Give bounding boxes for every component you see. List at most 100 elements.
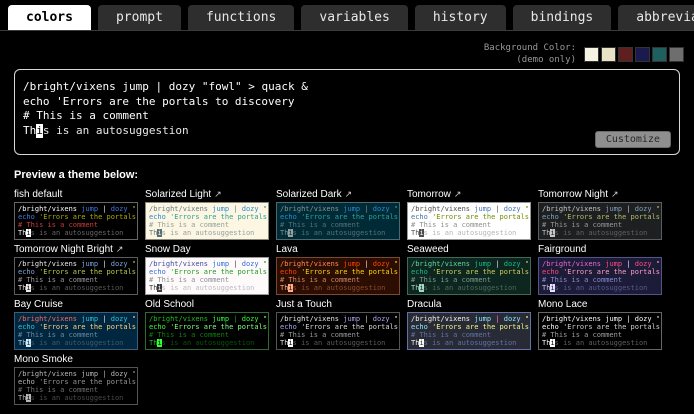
background-swatch[interactable] — [618, 47, 633, 62]
code-line: # This is a comment — [542, 331, 658, 339]
code-line: # This is a comment — [149, 221, 265, 229]
theme-name[interactable]: Lava — [276, 244, 400, 255]
theme-card[interactable]: Lava/bright/vixens jump | dozy "echo 'Er… — [276, 244, 400, 295]
theme-name[interactable]: Mono Lace — [538, 299, 662, 310]
theme-name[interactable]: Fairground — [538, 244, 662, 255]
theme-card[interactable]: Bay Cruise/bright/vixens jump | dozy "ec… — [14, 299, 138, 350]
theme-card[interactable]: Just a Touch/bright/vixens jump | dozy "… — [276, 299, 400, 350]
theme-terminal-preview[interactable]: /bright/vixens jump | dozy "echo 'Errors… — [538, 202, 662, 240]
external-link-icon[interactable]: ↗ — [345, 189, 353, 199]
theme-terminal-preview[interactable]: /bright/vixens jump | dozy "echo 'Errors… — [407, 312, 531, 350]
theme-name[interactable]: Tomorrow Night↗ — [538, 189, 662, 200]
tab-prompt[interactable]: prompt — [98, 5, 181, 30]
theme-card[interactable]: Mono Lace/bright/vixens jump | dozy "ech… — [538, 299, 662, 350]
background-swatch[interactable] — [669, 47, 684, 62]
code-comment: # This is a comment — [18, 386, 98, 394]
tab-colors[interactable]: colors — [8, 5, 91, 30]
theme-terminal-preview[interactable]: /bright/vixens jump | dozy "echo 'Errors… — [145, 202, 269, 240]
code-path: /bright/vixens — [18, 370, 77, 378]
code-line: /bright/vixens jump | dozy " — [411, 205, 527, 213]
theme-name[interactable]: Solarized Light↗ — [145, 189, 269, 200]
theme-card[interactable]: Seaweed/bright/vixens jump | dozy "echo … — [407, 244, 531, 295]
theme-name[interactable]: Mono Smoke — [14, 354, 138, 365]
theme-terminal-preview[interactable]: /bright/vixens jump | dozy "echo 'Errors… — [538, 312, 662, 350]
theme-name[interactable]: Snow Day — [145, 244, 269, 255]
code-autosuggestion: s is an autosuggestion — [424, 339, 517, 347]
background-swatch[interactable] — [652, 47, 667, 62]
theme-terminal-preview[interactable]: /bright/vixens jump | dozy "echo 'Errors… — [145, 257, 269, 295]
theme-card[interactable]: Solarized Dark↗ /bright/vixens jump | doz… — [276, 189, 400, 240]
code-command: echo — [542, 268, 559, 276]
theme-terminal-preview[interactable]: /bright/vixens jump | dozy "echo 'Errors… — [14, 202, 138, 240]
theme-card[interactable]: Old School/bright/vixens jump | dozy "ec… — [145, 299, 269, 350]
theme-card[interactable]: Dracula/bright/vixens jump | dozy "echo … — [407, 299, 531, 350]
code-autosuggestion: s is an autosuggestion — [424, 284, 517, 292]
tab-bindings[interactable]: bindings — [513, 5, 612, 30]
code-line: /bright/vixens jump | dozy " — [149, 205, 265, 213]
theme-card[interactable]: Tomorrow Night↗ /bright/vixens jump | doz… — [538, 189, 662, 240]
code-autosuggestion: s is an autosuggestion — [31, 339, 124, 347]
autosuggestion-line: This is an autosuggestion — [149, 339, 265, 347]
code-command: jump — [474, 205, 491, 213]
external-link-icon[interactable]: ↗ — [454, 189, 462, 199]
autosuggestion-line: This is an autosuggestion — [280, 284, 396, 292]
tab-functions[interactable]: functions — [188, 5, 294, 30]
theme-card[interactable]: Solarized Light↗ /bright/vixens jump | do… — [145, 189, 269, 240]
background-swatch[interactable] — [584, 47, 599, 62]
code-quote: "fowl" — [202, 80, 242, 93]
theme-terminal-preview[interactable]: /bright/vixens jump | dozy "echo 'Errors… — [407, 257, 531, 295]
theme-terminal-preview[interactable]: /bright/vixens jump | dozy "echo 'Errors… — [14, 257, 138, 295]
theme-terminal-preview[interactable]: /bright/vixens jump | dozy "echo 'Errors… — [14, 312, 138, 350]
background-swatch[interactable] — [635, 47, 650, 62]
theme-name-label: Mono Lace — [538, 299, 587, 310]
theme-name[interactable]: Dracula — [407, 299, 531, 310]
background-swatch[interactable] — [601, 47, 616, 62]
theme-terminal-preview[interactable]: /bright/vixens jump | dozy "echo 'Errors… — [276, 257, 400, 295]
external-link-icon[interactable]: ↗ — [116, 244, 124, 254]
customize-button[interactable]: Customize — [595, 131, 671, 148]
tab-variables[interactable]: variables — [301, 5, 407, 30]
theme-name[interactable]: Seaweed — [407, 244, 531, 255]
preview-heading: Preview a theme below: — [14, 169, 694, 181]
theme-terminal-preview[interactable]: /bright/vixens jump | dozy "echo 'Errors… — [145, 312, 269, 350]
theme-name-label: Lava — [276, 244, 298, 255]
tab-bar: colors prompt functions variables history bin… — [0, 0, 694, 31]
theme-name[interactable]: Tomorrow Night Bright↗ — [14, 244, 138, 255]
theme-card[interactable]: Mono Smoke/bright/vixens jump | dozy "ec… — [14, 354, 138, 405]
external-link-icon[interactable]: ↗ — [611, 189, 619, 199]
theme-card[interactable]: Tomorrow Night Bright↗ /bright/vixens jum… — [14, 244, 138, 295]
code-command: dozy — [504, 260, 521, 268]
theme-name[interactable]: Old School — [145, 299, 269, 310]
code-line: # This is a comment — [280, 331, 396, 339]
theme-name[interactable]: Tomorrow↗ — [407, 189, 531, 200]
theme-card[interactable]: Snow Day/bright/vixens jump | dozy "echo… — [145, 244, 269, 295]
tab-abbreviations[interactable]: abbreviations — [618, 5, 694, 30]
background-color-label: Background Color: — [484, 43, 576, 55]
code-typed: Th — [280, 339, 288, 347]
theme-terminal-preview[interactable]: /bright/vixens jump | dozy "echo 'Errors… — [407, 202, 531, 240]
theme-name[interactable]: fish default — [14, 189, 138, 200]
code-line: /bright/vixens jump | dozy " — [18, 260, 134, 268]
code-command: jump — [343, 315, 360, 323]
theme-name[interactable]: Bay Cruise — [14, 299, 138, 310]
theme-name[interactable]: Solarized Dark↗ — [276, 189, 400, 200]
theme-card[interactable]: fish default/bright/vixens jump | dozy "… — [14, 189, 138, 240]
theme-terminal-preview[interactable]: /bright/vixens jump | dozy "echo 'Errors… — [538, 257, 662, 295]
theme-terminal-preview[interactable]: /bright/vixens jump | dozy "echo 'Errors… — [14, 367, 138, 405]
theme-terminal-preview[interactable]: /bright/vixens jump | dozy "echo 'Errors… — [276, 202, 400, 240]
code-comment: # This is a comment — [411, 276, 491, 284]
autosuggestion-line: This is an autosuggestion — [542, 229, 658, 237]
code-line: echo 'Errors are the portals — [149, 213, 265, 221]
external-link-icon[interactable]: ↗ — [214, 189, 222, 199]
theme-card[interactable]: Tomorrow↗ /bright/vixens jump | dozy "ech… — [407, 189, 531, 240]
autosuggestion-line: This is an autosuggestion — [18, 394, 134, 402]
tab-history[interactable]: history — [415, 5, 506, 30]
theme-card[interactable]: Fairground/bright/vixens jump | dozy "ec… — [538, 244, 662, 295]
theme-terminal-preview[interactable]: /bright/vixens jump | dozy "echo 'Errors… — [276, 312, 400, 350]
code-line: /bright/vixens jump | dozy "fowl" > quac… — [23, 80, 671, 95]
code-comment: # This is a comment — [149, 276, 229, 284]
code-line: # This is a comment — [411, 331, 527, 339]
code-command: echo — [411, 323, 428, 331]
code-line: /bright/vixens jump | dozy " — [280, 260, 396, 268]
theme-name[interactable]: Just a Touch — [276, 299, 400, 310]
